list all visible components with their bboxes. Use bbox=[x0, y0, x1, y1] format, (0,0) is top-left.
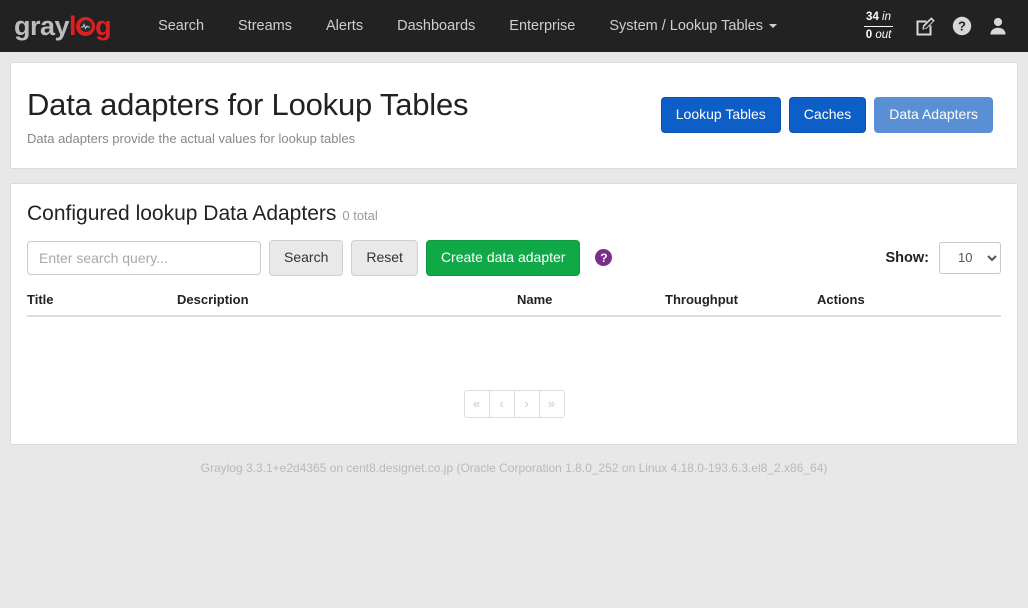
search-button[interactable]: Search bbox=[269, 239, 344, 276]
column-header-name[interactable]: Name bbox=[517, 291, 665, 317]
nav-link-system-lookup-tables-label: System / Lookup Tables bbox=[609, 18, 764, 34]
table-header-row: Title Description Name Throughput Action… bbox=[27, 291, 1001, 317]
page-size-select[interactable]: 10 bbox=[939, 241, 1001, 274]
page-header-text: Data adapters for Lookup Tables Data ada… bbox=[27, 87, 661, 146]
page-size-control: Show: 10 bbox=[885, 241, 1001, 274]
pagination: « ‹ › » bbox=[463, 389, 565, 418]
graylog-logo[interactable]: gray l g bbox=[14, 10, 112, 41]
throughput-indicator[interactable]: 34 in 0 out bbox=[864, 10, 899, 42]
brand-text: gray l g bbox=[14, 10, 112, 41]
column-header-actions: Actions bbox=[817, 291, 1001, 317]
column-header-title[interactable]: Title bbox=[27, 291, 177, 317]
caches-button[interactable]: Caches bbox=[788, 97, 867, 133]
pagination-container: « ‹ › » bbox=[27, 389, 1001, 418]
table-body-empty bbox=[27, 316, 1001, 354]
nav-link-enterprise[interactable]: Enterprise bbox=[492, 0, 592, 52]
nav-link-search-label: Search bbox=[158, 18, 205, 34]
brand-text-l: l bbox=[69, 10, 77, 41]
throughput-out-unit: out bbox=[875, 28, 892, 41]
section-title-text: Configured lookup Data Adapters bbox=[27, 201, 337, 225]
help-question-icon[interactable]: ? bbox=[952, 16, 972, 36]
svg-text:?: ? bbox=[958, 19, 966, 34]
nav-link-search[interactable]: Search bbox=[141, 0, 221, 52]
top-navbar: gray l g Search Streams Alerts Dashboards … bbox=[0, 0, 1028, 52]
nav-link-dashboards-label: Dashboards bbox=[397, 18, 476, 34]
section-title: Configured lookup Data Adapters 0 total bbox=[27, 202, 1001, 226]
nav-links: Search Streams Alerts Dashboards Enterpr… bbox=[141, 0, 794, 52]
footer-version-text: Graylog 3.3.1+e2d4365 on cent8.designet.… bbox=[200, 460, 828, 475]
show-label: Show: bbox=[885, 249, 930, 266]
nav-link-alerts-label: Alerts bbox=[326, 18, 364, 34]
header-action-buttons: Lookup Tables Caches Data Adapters bbox=[660, 87, 993, 133]
table-empty-row bbox=[27, 316, 1001, 354]
page-subtitle: Data adapters provide the actual values … bbox=[27, 130, 356, 146]
throughput-in-value: 34 bbox=[866, 11, 879, 24]
pagination-last[interactable]: » bbox=[538, 389, 565, 418]
page-header-panel: Data adapters for Lookup Tables Data ada… bbox=[10, 62, 1018, 169]
chevron-down-icon bbox=[769, 24, 778, 29]
nav-link-alerts[interactable]: Alerts bbox=[309, 0, 380, 52]
throughput-out: 0 out bbox=[864, 27, 893, 42]
section-total-count: 0 total bbox=[342, 207, 378, 223]
table-head: Title Description Name Throughput Action… bbox=[27, 291, 1001, 317]
table-toolbar: Search Reset Create data adapter ? Show:… bbox=[27, 239, 1001, 276]
nav-link-streams-label: Streams bbox=[238, 18, 293, 34]
pagination-prev[interactable]: ‹ bbox=[488, 389, 515, 418]
brand-text-gray: gray bbox=[14, 10, 70, 41]
page-title: Data adapters for Lookup Tables bbox=[27, 87, 469, 122]
throughput-in: 34 in bbox=[864, 10, 893, 27]
reset-button[interactable]: Reset bbox=[351, 239, 418, 276]
data-adapters-panel: Configured lookup Data Adapters 0 total S… bbox=[10, 182, 1018, 445]
throughput-out-value: 0 bbox=[865, 28, 873, 41]
create-data-adapter-button[interactable]: Create data adapter bbox=[425, 239, 581, 276]
edit-pencil-icon[interactable] bbox=[915, 16, 936, 37]
throughput-in-unit: in bbox=[882, 11, 891, 24]
data-adapters-button[interactable]: Data Adapters bbox=[874, 97, 993, 133]
column-header-description[interactable]: Description bbox=[177, 291, 517, 317]
nav-link-streams[interactable]: Streams bbox=[221, 0, 309, 52]
nav-link-enterprise-label: Enterprise bbox=[509, 18, 576, 34]
brand-text-g: g bbox=[95, 10, 112, 41]
page-body: Data adapters for Lookup Tables Data ada… bbox=[0, 52, 1028, 475]
lookup-tables-button[interactable]: Lookup Tables bbox=[660, 97, 781, 133]
search-input[interactable] bbox=[27, 240, 261, 275]
pagination-first[interactable]: « bbox=[463, 389, 490, 418]
navbar-right-section: 34 in 0 out ? bbox=[864, 10, 1012, 42]
nav-link-system-lookup-tables[interactable]: System / Lookup Tables bbox=[592, 0, 794, 52]
pulse-icon bbox=[76, 16, 96, 36]
help-question-icon[interactable]: ? bbox=[595, 249, 613, 267]
column-header-throughput[interactable]: Throughput bbox=[665, 291, 817, 317]
user-account-icon[interactable] bbox=[988, 16, 1008, 36]
data-adapters-table: Title Description Name Throughput Action… bbox=[27, 291, 1001, 354]
pagination-next[interactable]: › bbox=[513, 389, 540, 418]
nav-link-dashboards[interactable]: Dashboards bbox=[380, 0, 492, 52]
